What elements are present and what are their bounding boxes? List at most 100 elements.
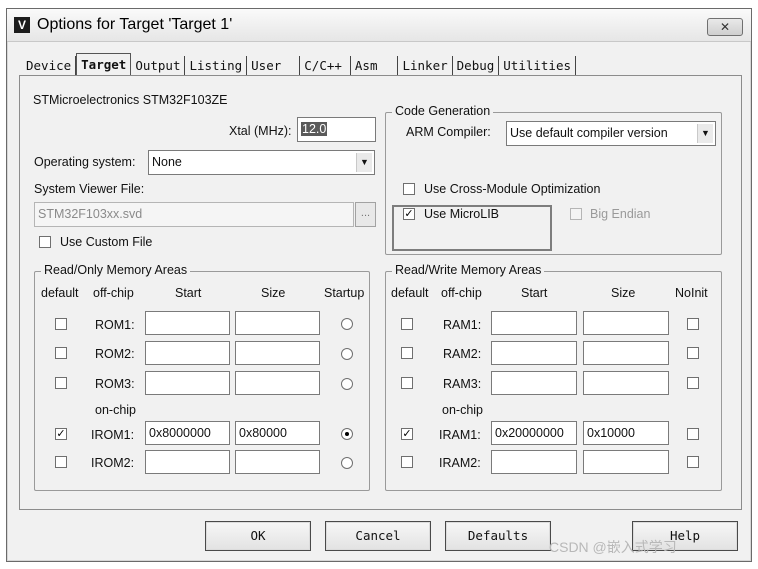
ram3-default-checkbox[interactable]: [401, 377, 413, 389]
tab-c-cpp[interactable]: C/C++: [300, 56, 351, 76]
ram2-start-input[interactable]: [491, 341, 577, 365]
csdn-watermark: CSDN @嵌入式学习: [549, 539, 677, 555]
rom2-size-input[interactable]: [235, 341, 320, 365]
device-name: STMicroelectronics STM32F103ZE: [33, 93, 228, 107]
rom-header-offchip: off-chip: [93, 286, 134, 300]
rom-header-startup: Startup: [324, 286, 365, 300]
ram1-label: RAM1:: [443, 318, 482, 332]
use-microlib-checkbox[interactable]: ✓: [403, 208, 415, 220]
ram2-size-input[interactable]: [583, 341, 669, 365]
title-bar: V Options for Target 'Target 1' ✕: [7, 9, 751, 42]
ram2-default-checkbox[interactable]: [401, 347, 413, 359]
rom2-startup-radio[interactable]: [341, 348, 353, 360]
tab-utilities[interactable]: Utilities: [499, 56, 577, 76]
rom3-label: ROM3:: [95, 377, 135, 391]
iram2-label: IRAM2:: [439, 456, 481, 470]
big-endian-label: Big Endian: [590, 207, 651, 221]
ram-header-default: default: [391, 286, 429, 300]
tab-target[interactable]: Target: [76, 53, 132, 77]
ram-header-start: Start: [521, 286, 548, 300]
ram1-size-input[interactable]: [583, 311, 669, 335]
ram-header-size: Size: [611, 286, 636, 300]
irom2-start-input[interactable]: [145, 450, 230, 474]
options-dialog: V Options for Target 'Target 1' ✕ Device…: [6, 8, 752, 562]
rom2-default-checkbox[interactable]: [55, 347, 67, 359]
rom2-label: ROM2:: [95, 347, 135, 361]
irom1-startup-radio[interactable]: [341, 428, 353, 440]
iram2-start-input[interactable]: [491, 450, 577, 474]
big-endian-checkbox[interactable]: [570, 208, 582, 220]
cross-module-label: Use Cross-Module Optimization: [424, 182, 601, 196]
rom-group-title: Read/Only Memory Areas: [41, 263, 191, 277]
ram1-default-checkbox[interactable]: [401, 318, 413, 330]
iram1-default-checkbox[interactable]: ✓: [401, 428, 413, 440]
use-microlib-label: Use MicroLIB: [424, 207, 500, 221]
svd-browse-button[interactable]: ...: [355, 202, 376, 227]
rom3-default-checkbox[interactable]: [55, 377, 67, 389]
iram2-size-input[interactable]: [583, 450, 669, 474]
ram-header-offchip: off-chip: [441, 286, 482, 300]
rom-onchip-label: on-chip: [95, 403, 136, 417]
rom3-startup-radio[interactable]: [341, 378, 353, 390]
arm-compiler-label: ARM Compiler:: [406, 125, 491, 139]
ok-button[interactable]: OK: [205, 521, 311, 551]
iram2-noinit-checkbox[interactable]: [687, 456, 699, 468]
ram3-size-input[interactable]: [583, 371, 669, 395]
os-label: Operating system:: [34, 155, 136, 169]
rom2-start-input[interactable]: [145, 341, 230, 365]
tab-linker[interactable]: Linker: [398, 56, 453, 76]
irom2-default-checkbox[interactable]: [55, 456, 67, 468]
iram1-noinit-checkbox[interactable]: [687, 428, 699, 440]
ram1-start-input[interactable]: [491, 311, 577, 335]
xtal-input[interactable]: 12.0: [297, 117, 376, 142]
irom1-default-checkbox[interactable]: ✓: [55, 428, 67, 440]
irom1-label: IROM1:: [91, 428, 135, 442]
os-select[interactable]: None ▼: [148, 150, 375, 175]
tab-debug[interactable]: Debug: [453, 56, 500, 76]
tab-device[interactable]: Device: [22, 56, 77, 76]
irom2-label: IROM2:: [91, 456, 135, 470]
tab-user[interactable]: User: [247, 56, 301, 76]
arm-compiler-select[interactable]: Use default compiler version ▼: [506, 121, 716, 146]
irom1-size-input[interactable]: 0x80000: [235, 421, 320, 445]
iram1-size-input[interactable]: 0x10000: [583, 421, 669, 445]
chevron-down-icon: ▼: [356, 153, 372, 172]
use-custom-file-checkbox[interactable]: [39, 236, 51, 248]
tab-strip: Device Target Output Listing User C/C++ …: [22, 52, 577, 77]
rom1-startup-radio[interactable]: [341, 318, 353, 330]
cross-module-checkbox[interactable]: [403, 183, 415, 195]
defaults-button[interactable]: Defaults: [445, 521, 551, 551]
rom1-start-input[interactable]: [145, 311, 230, 335]
window-title: Options for Target 'Target 1': [37, 16, 233, 33]
rom-header-size: Size: [261, 286, 286, 300]
irom2-size-input[interactable]: [235, 450, 320, 474]
cancel-button[interactable]: Cancel: [325, 521, 431, 551]
rom3-start-input[interactable]: [145, 371, 230, 395]
rom1-default-checkbox[interactable]: [55, 318, 67, 330]
keil-app-icon: V: [14, 17, 30, 33]
ram-group-title: Read/Write Memory Areas: [392, 263, 545, 277]
tab-listing[interactable]: Listing: [185, 56, 248, 76]
ram3-label: RAM3:: [443, 377, 482, 391]
ram3-start-input[interactable]: [491, 371, 577, 395]
rom3-size-input[interactable]: [235, 371, 320, 395]
iram1-label: IRAM1:: [439, 428, 481, 442]
code-generation-title: Code Generation: [392, 104, 494, 118]
ram2-label: RAM2:: [443, 347, 482, 361]
irom1-start-input[interactable]: 0x8000000: [145, 421, 230, 445]
chevron-down-icon: ▼: [697, 124, 713, 143]
tab-asm[interactable]: Asm: [351, 56, 399, 76]
close-button[interactable]: ✕: [707, 18, 743, 36]
tab-output[interactable]: Output: [131, 56, 186, 76]
svd-input[interactable]: STM32F103xx.svd: [34, 202, 354, 227]
iram1-start-input[interactable]: 0x20000000: [491, 421, 577, 445]
iram2-default-checkbox[interactable]: [401, 456, 413, 468]
ram1-noinit-checkbox[interactable]: [687, 318, 699, 330]
use-custom-file-label: Use Custom File: [60, 235, 153, 249]
ram-onchip-label: on-chip: [442, 403, 483, 417]
xtal-label: Xtal (MHz):: [229, 124, 292, 138]
rom1-size-input[interactable]: [235, 311, 320, 335]
ram3-noinit-checkbox[interactable]: [687, 377, 699, 389]
ram2-noinit-checkbox[interactable]: [687, 347, 699, 359]
irom2-startup-radio[interactable]: [341, 457, 353, 469]
